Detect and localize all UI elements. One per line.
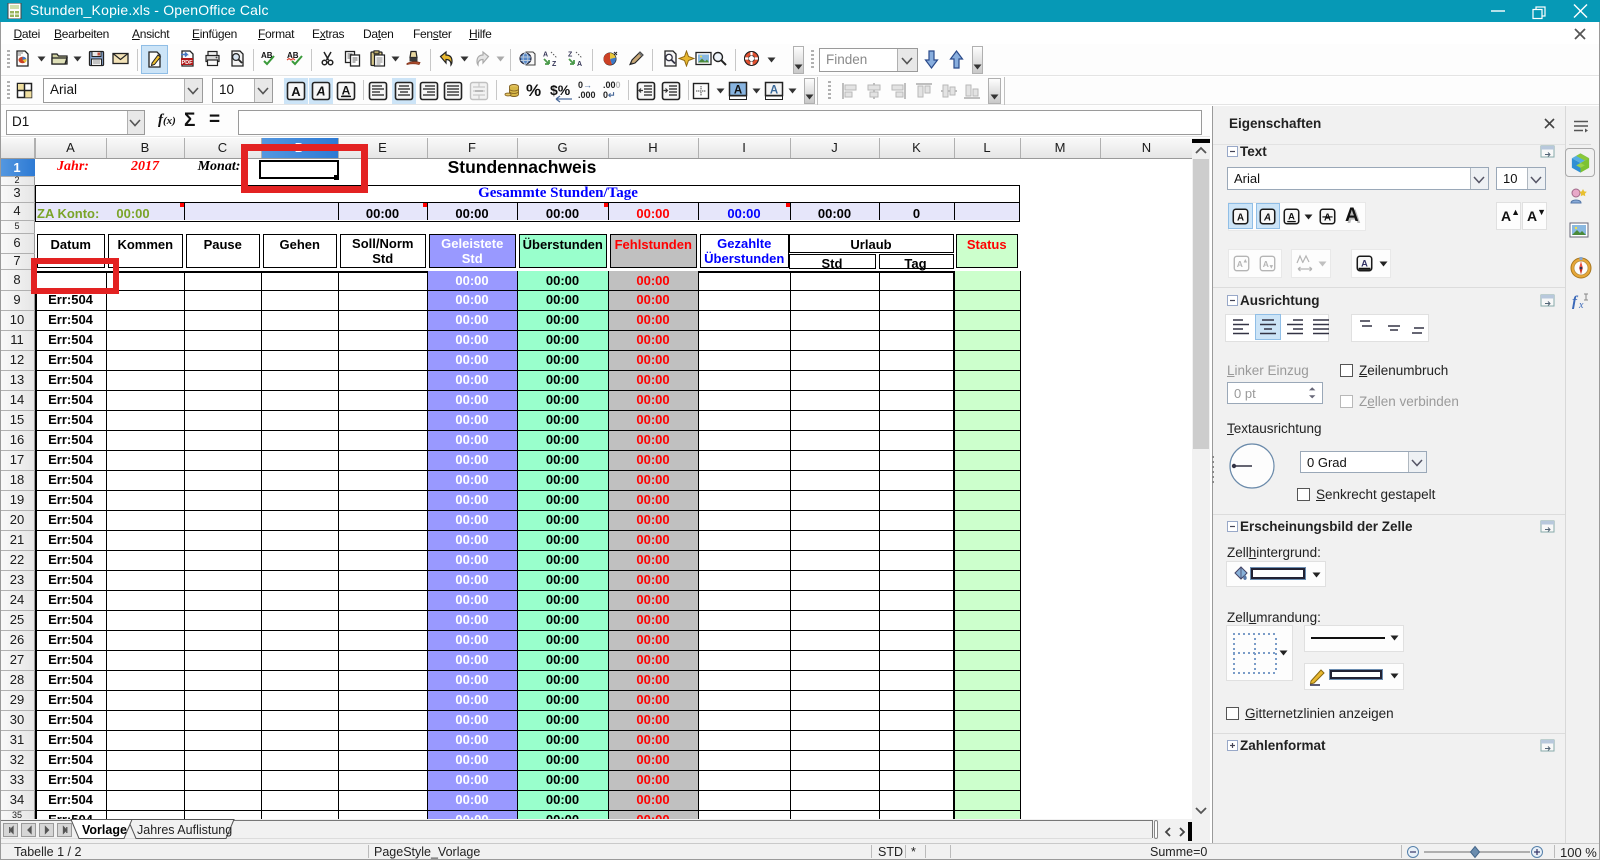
svg-text:A: A <box>1237 212 1244 223</box>
svg-text:A: A <box>1263 212 1271 223</box>
svg-text:PDF: PDF <box>181 60 193 66</box>
svg-text:▲: ▲ <box>1242 259 1248 265</box>
svg-text:A: A <box>291 84 301 99</box>
svg-text:A: A <box>1324 212 1331 223</box>
svg-text:Z: Z <box>568 52 573 59</box>
svg-text:f: f <box>1572 294 1579 310</box>
svg-text:A: A <box>770 85 778 97</box>
svg-text:x: x <box>1578 300 1584 311</box>
svg-text:A: A <box>315 85 325 99</box>
svg-text:A: A <box>1361 258 1368 268</box>
svg-text:A: A <box>543 52 548 59</box>
svg-text:A: A <box>342 84 351 98</box>
svg-text:▼: ▼ <box>1268 265 1274 271</box>
svg-text:A: A <box>734 85 742 97</box>
svg-text:Z: Z <box>552 61 557 67</box>
svg-text:A: A <box>1288 211 1295 221</box>
svg-text:A: A <box>577 61 582 67</box>
